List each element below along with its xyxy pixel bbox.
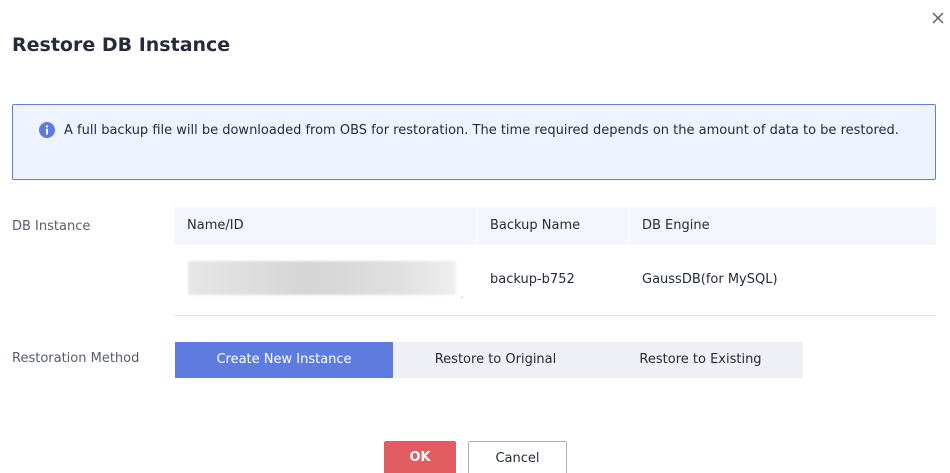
info-notice-text: A full backup file will be downloaded fr… [64, 123, 899, 138]
column-header-backup-name: Backup Name [490, 218, 581, 233]
info-notice: A full backup file will be downloaded fr… [12, 104, 936, 180]
backup-name-cell: backup-b752 [490, 272, 575, 287]
info-icon [39, 122, 55, 138]
close-icon[interactable] [930, 10, 946, 26]
option-restore-to-existing[interactable]: Restore to Existing [598, 342, 803, 378]
table-row: . backup-b752 GaussDB(for MySQL) [174, 245, 936, 316]
option-restore-to-original[interactable]: Restore to Original [393, 342, 598, 378]
db-engine-cell: GaussDB(for MySQL) [642, 272, 778, 287]
restoration-method-label: Restoration Method [12, 351, 140, 366]
column-header-name-id: Name/ID [187, 218, 244, 233]
restoration-method-selector: Create New Instance Restore to Original … [175, 342, 803, 378]
table-header: Name/ID Backup Name DB Engine [174, 207, 936, 245]
db-instance-label: DB Instance [12, 219, 91, 234]
option-create-new-instance[interactable]: Create New Instance [175, 342, 393, 378]
instance-name-redacted [188, 261, 456, 295]
dialog-title: Restore DB Instance [12, 34, 231, 56]
ok-button[interactable]: OK [384, 441, 456, 473]
column-header-db-engine: DB Engine [642, 218, 710, 233]
cancel-button[interactable]: Cancel [468, 441, 567, 473]
db-instance-table: Name/ID Backup Name DB Engine . backup-b… [174, 207, 936, 316]
restore-db-instance-dialog: Restore DB Instance A full backup file w… [0, 0, 950, 473]
